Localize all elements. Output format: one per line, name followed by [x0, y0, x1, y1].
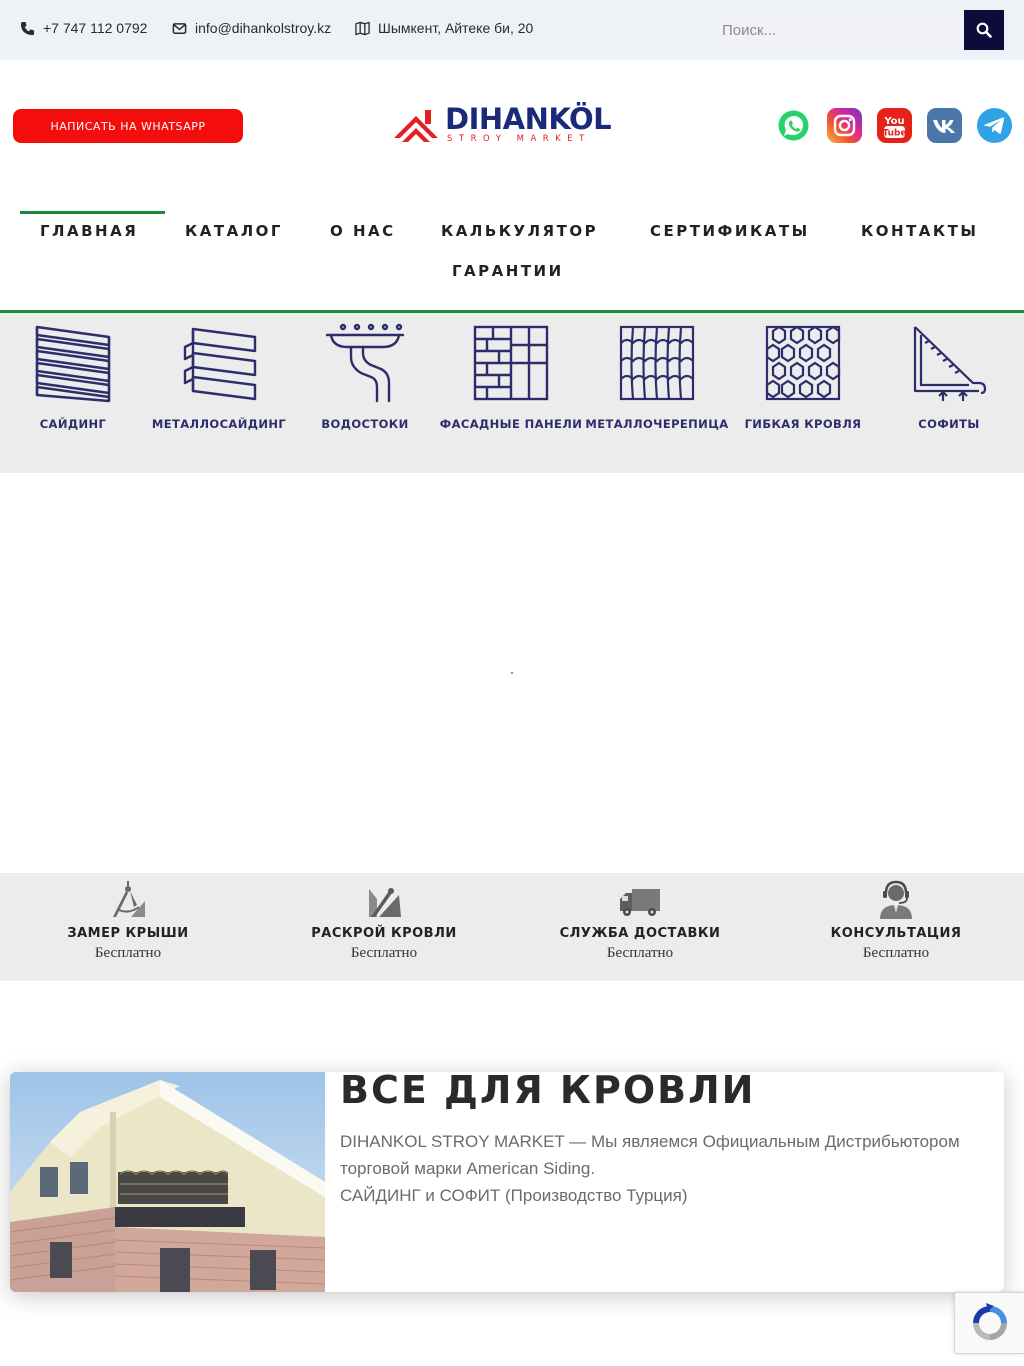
services-bar: ЗАМЕР КРЫШИ Бесплатно РАСКРОЙ КРОВЛИ Бес… — [0, 873, 1024, 981]
whatsapp-icon — [778, 110, 809, 141]
telegram-icon — [983, 117, 1005, 134]
metal-siding-icon — [183, 327, 257, 401]
top-bar: +7 747 112 0792 info@dihankolstroy.kz Шы… — [0, 0, 1024, 60]
youtube-icon: You Tube — [882, 116, 906, 139]
telegram-social-button[interactable] — [977, 108, 1012, 143]
category-gutters[interactable]: ВОДОСТОКИ — [292, 323, 438, 432]
category-flexible-roof[interactable]: ГИБКАЯ КРОВЛЯ — [730, 323, 876, 432]
nav-item-home[interactable]: ГЛАВНАЯ — [40, 222, 138, 240]
svg-text:Tube: Tube — [882, 129, 906, 139]
service-subtitle: Бесплатно — [606, 945, 674, 961]
category-label: МЕТАЛЛОСАЙДИНГ — [151, 417, 287, 431]
operator-icon — [880, 880, 912, 919]
recaptcha-badge[interactable] — [954, 1292, 1024, 1354]
category-soffits[interactable]: СОФИТЫ — [876, 323, 1022, 432]
instagram-icon — [833, 114, 856, 137]
cutting-icon — [369, 888, 401, 917]
nav-item-certificates[interactable]: СЕРТИФИКАТЫ — [650, 222, 810, 240]
about-line-1: DIHANKOL STROY MARKET — Мы являемся Офиц… — [340, 1132, 960, 1178]
whatsapp-social-button[interactable] — [776, 108, 811, 143]
svg-text:You: You — [883, 116, 904, 127]
youtube-social-button[interactable]: You Tube — [877, 108, 912, 143]
service-title: РАСКРОЙ КРОВЛИ — [311, 926, 457, 941]
service-subtitle: Бесплатно — [862, 945, 930, 961]
nav-item-calculator[interactable]: КАЛЬКУЛЯТОР — [441, 222, 598, 240]
whatsapp-button[interactable]: НАПИСАТЬ НА WHATSAPP — [13, 109, 243, 143]
nav-item-catalog[interactable]: КАТАЛОГ — [185, 222, 283, 240]
envelope-icon — [172, 22, 187, 34]
nav-item-contacts[interactable]: КОНТАКТЫ — [861, 222, 978, 240]
service-delivery: СЛУЖБА ДОСТАВКИ Бесплатно — [512, 879, 768, 962]
address-contact[interactable]: Шымкент, Айтеке би, 20 — [355, 20, 533, 36]
gutter-icon — [325, 323, 405, 403]
siding-icon — [35, 325, 111, 403]
about-line-2: САЙДИНГ и СОФИТ (Производство Турция) — [340, 1186, 688, 1205]
service-title: ЗАМЕР КРЫШИ — [67, 926, 189, 941]
category-label: ВОДОСТОКИ — [321, 417, 409, 431]
about-text: DIHANKOL STROY MARKET — Мы являемся Офиц… — [340, 1128, 990, 1209]
category-siding[interactable]: САЙДИНГ — [0, 323, 146, 432]
compass-icon — [113, 881, 145, 917]
search-input[interactable] — [710, 10, 964, 50]
category-label: ФАСАДНЫЕ ПАНЕЛИ — [439, 417, 583, 431]
category-label: ГИБКАЯ КРОВЛЯ — [744, 417, 862, 431]
nav-item-guarantees[interactable]: ГАРАНТИИ — [452, 262, 564, 280]
truck-icon — [620, 889, 660, 916]
service-subtitle: Бесплатно — [350, 945, 418, 961]
phone-contact[interactable]: +7 747 112 0792 — [20, 20, 147, 36]
recaptcha-icon — [972, 1303, 1007, 1340]
email-contact[interactable]: info@dihankolstroy.kz — [172, 20, 331, 36]
map-icon — [355, 21, 370, 35]
vk-social-button[interactable] — [927, 108, 962, 143]
service-roof-cutting: РАСКРОЙ КРОВЛИ Бесплатно — [256, 879, 512, 962]
category-label: МЕТАЛЛОЧЕРЕПИЦА — [585, 417, 729, 431]
phone-icon — [20, 21, 35, 35]
category-facade-panels[interactable]: ФАСАДНЫЕ ПАНЕЛИ — [438, 323, 584, 432]
category-bar: САЙДИНГ МЕТАЛЛОСАЙДИНГ ВОДОСТОКИ ФАСАДНЫ… — [0, 313, 1024, 473]
service-title: КОНСУЛЬТАЦИЯ — [830, 926, 962, 941]
loading-dot — [511, 672, 513, 674]
metal-tile-icon — [619, 325, 695, 401]
building-photo — [10, 1072, 325, 1292]
service-subtitle: Бесплатно — [94, 945, 162, 961]
nav-active-indicator — [20, 211, 165, 214]
email-text: info@dihankolstroy.kz — [195, 20, 332, 36]
vk-icon — [933, 120, 955, 133]
category-label: САЙДИНГ — [39, 417, 107, 431]
service-roof-measure: ЗАМЕР КРЫШИ Бесплатно — [0, 879, 256, 962]
logo-roof-icon — [394, 110, 438, 142]
instagram-social-button[interactable] — [827, 108, 862, 143]
logo[interactable]: DIHANKÖL STROY MARKET — [392, 102, 632, 146]
category-metal-tile[interactable]: МЕТАЛЛОЧЕРЕПИЦА — [584, 323, 730, 432]
logo-subtitle: STROY MARKET — [447, 134, 591, 144]
nav-item-about[interactable]: О НАС — [330, 222, 396, 240]
search-icon — [976, 22, 992, 38]
about-title: ВСЕ ДЛЯ КРОВЛИ — [340, 1072, 756, 1112]
flexible-roof-icon — [765, 325, 841, 401]
service-consultation: КОНСУЛЬТАЦИЯ Бесплатно — [768, 879, 1024, 962]
search-button[interactable] — [964, 10, 1004, 50]
logo-name: DIHANKÖL — [445, 102, 612, 136]
facade-panel-icon — [473, 325, 549, 401]
phone-text: +7 747 112 0792 — [43, 20, 148, 36]
soffit-icon — [913, 326, 987, 401]
about-card: ВСЕ ДЛЯ КРОВЛИ DIHANKOL STROY MARKET — М… — [10, 1072, 1004, 1292]
category-label: СОФИТЫ — [918, 417, 980, 431]
service-title: СЛУЖБА ДОСТАВКИ — [559, 926, 721, 941]
address-text: Шымкент, Айтеке би, 20 — [378, 20, 534, 36]
category-metal-siding[interactable]: МЕТАЛЛОСАЙДИНГ — [146, 323, 292, 432]
